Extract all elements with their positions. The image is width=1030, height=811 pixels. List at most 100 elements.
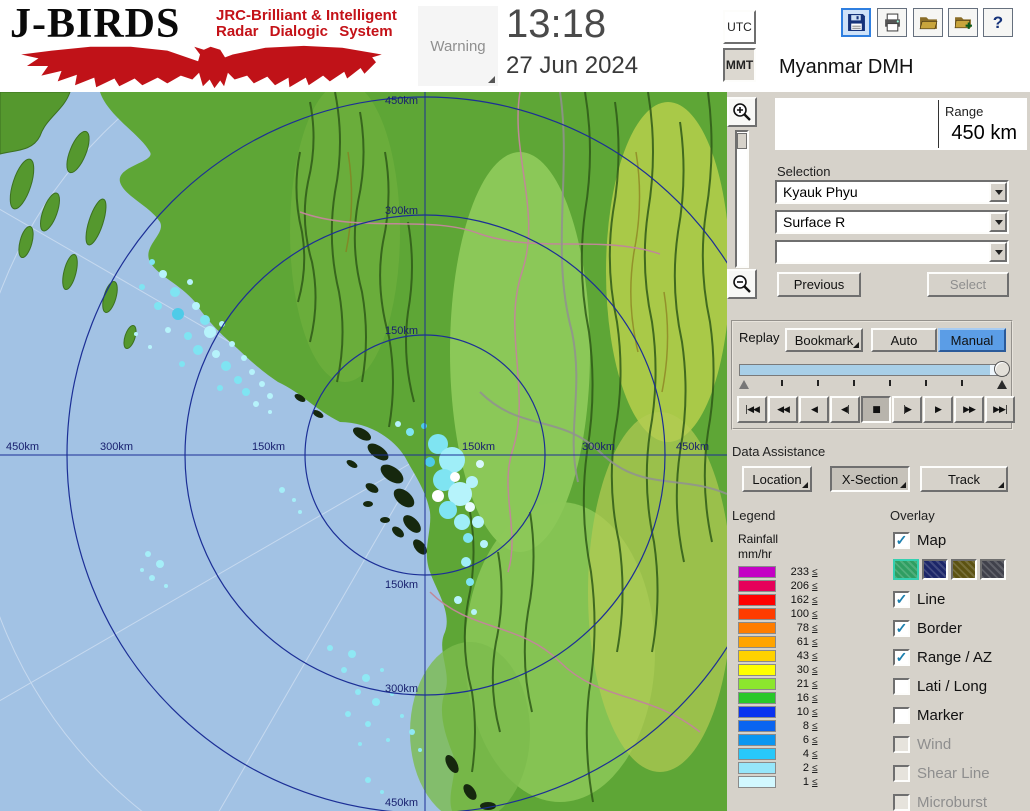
export-folder-button[interactable] [948,8,978,37]
step-back-button[interactable]: ◀| [830,396,860,423]
legend-le[interactable]: ≤ [812,707,818,718]
legend-le[interactable]: ≤ [812,637,818,648]
auto-button[interactable]: Auto [871,328,937,352]
overlay-item-label: Microburst [917,793,988,811]
legend-le[interactable]: ≤ [812,581,818,592]
manual-button[interactable]: Manual [938,328,1006,352]
timeline-tick [817,380,819,386]
legend-le[interactable]: ≤ [812,679,818,690]
help-button[interactable]: ? [983,8,1013,37]
help-icon: ? [992,12,1004,32]
legend-le[interactable]: ≤ [812,665,818,676]
overlay-item-border[interactable]: ✓ Border [893,618,1009,638]
legend-row: 162 ≤ [738,594,818,606]
step-forward-button[interactable]: |▶ [892,396,922,423]
chevron-down-icon[interactable] [989,242,1007,262]
timeline-thumb[interactable] [994,361,1010,377]
fast-forward-button[interactable]: ▶▶ [954,396,984,423]
legend-value: 206 [790,580,809,592]
legend-le[interactable]: ≤ [812,735,818,746]
legend-le[interactable]: ≤ [812,749,818,760]
extra-combobox[interactable] [775,240,1009,264]
overlay-item-lati-long[interactable]: Lati / Long [893,676,1009,696]
open-folder-button[interactable] [913,8,943,37]
checkbox-range-az[interactable]: ✓ [893,648,910,666]
legend-le[interactable]: ≤ [812,595,818,606]
timeline-start-marker[interactable] [739,380,749,389]
legend-value: 30 [796,664,809,676]
x-section-button[interactable]: X-Section [830,466,910,492]
legend-row: 78 ≤ [738,622,818,634]
legend-le[interactable]: ≤ [812,567,818,578]
chevron-down-icon[interactable] [989,182,1007,202]
fast-rewind-button[interactable]: ◀◀ [768,396,798,423]
skip-to-start-button[interactable]: |◀◀ [737,396,767,423]
legend-row: 233 ≤ [738,566,818,578]
map-color-green[interactable] [893,559,919,580]
overlay-item-label: Marker [917,706,964,724]
replay-group: Replay Bookmark Auto Manual |◀◀ ◀◀ ◀ ◀| … [731,320,1015,430]
track-button[interactable]: Track [920,466,1008,492]
legend-le[interactable]: ≤ [812,693,818,704]
checkbox-lati-long[interactable] [893,677,910,695]
overlay-item-label: Lati / Long [917,677,988,695]
range-value: 450 km [951,122,1017,144]
product-combobox[interactable]: Surface R [775,210,1009,234]
legend-value: 8 [802,720,809,732]
legend-row: 206 ≤ [738,580,818,592]
map-color-gray[interactable] [980,559,1006,580]
legend-label: Legend [732,508,776,523]
legend-le[interactable]: ≤ [812,623,818,634]
zoom-slider[interactable] [735,130,749,268]
legend-swatch [738,650,776,662]
stop-button[interactable]: ■ [861,396,891,423]
overlay-item-microburst: Microburst [893,792,1009,811]
play-reverse-button[interactable]: ◀ [799,396,829,423]
replay-timeline[interactable] [739,360,1010,390]
legend-value: 162 [790,594,809,606]
legend-row: 100 ≤ [738,608,818,620]
timeline-track[interactable] [739,364,1007,376]
location-button[interactable]: Location [742,466,812,492]
bookmark-button[interactable]: Bookmark [785,328,863,352]
legend-le[interactable]: ≤ [812,721,818,732]
zoom-out-button[interactable] [727,269,757,299]
checkbox-border[interactable]: ✓ [893,619,910,637]
radar-map[interactable]: 450km 300km 150km 150km 300km 450km 450k… [0,0,1030,811]
zoom-in-button[interactable] [727,97,757,127]
warning-indicator[interactable]: Warning [418,6,498,86]
checkbox-map[interactable]: ✓ [893,531,910,549]
clock-date: 27 Jun 2024 [506,52,639,79]
legend-value: 6 [802,734,809,746]
map-color-navy[interactable] [922,559,948,580]
folder-open-icon [919,17,937,30]
overlay-item-marker[interactable]: Marker [893,705,1009,725]
zoom-slider-thumb[interactable] [737,133,747,149]
timeline-end-marker[interactable] [997,380,1007,389]
utc-button[interactable]: UTC [723,10,756,44]
skip-to-end-button[interactable]: ▶▶| [985,396,1015,423]
overlay-item-label: Shear Line [917,764,990,782]
overlay-item-range-az[interactable]: ✓ Range / AZ [893,647,1009,667]
previous-button[interactable]: Previous [777,272,861,297]
checkbox-marker[interactable] [893,706,910,724]
play-button[interactable]: ▶ [923,396,953,423]
legend-le[interactable]: ≤ [812,763,818,774]
map-color-olive[interactable] [951,559,977,580]
overlay-item-map[interactable]: ✓ Map [893,530,1009,550]
select-button[interactable]: Select [927,272,1009,297]
selection-label: Selection [777,164,831,179]
site-combobox[interactable]: Kyauk Phyu [775,180,1009,204]
save-button[interactable] [841,8,871,37]
overlay-item-label: Wind [917,735,952,753]
legend-le[interactable]: ≤ [812,609,818,620]
svg-text:300km: 300km [385,683,418,695]
mmt-button[interactable]: MMT [723,48,756,82]
legend-le[interactable]: ≤ [812,651,818,662]
checkbox-wind [893,735,910,753]
chevron-down-icon[interactable] [989,212,1007,232]
overlay-item-line[interactable]: ✓ Line [893,589,1009,609]
legend-le[interactable]: ≤ [812,777,818,788]
print-button[interactable] [877,8,907,37]
checkbox-line[interactable]: ✓ [893,590,910,608]
